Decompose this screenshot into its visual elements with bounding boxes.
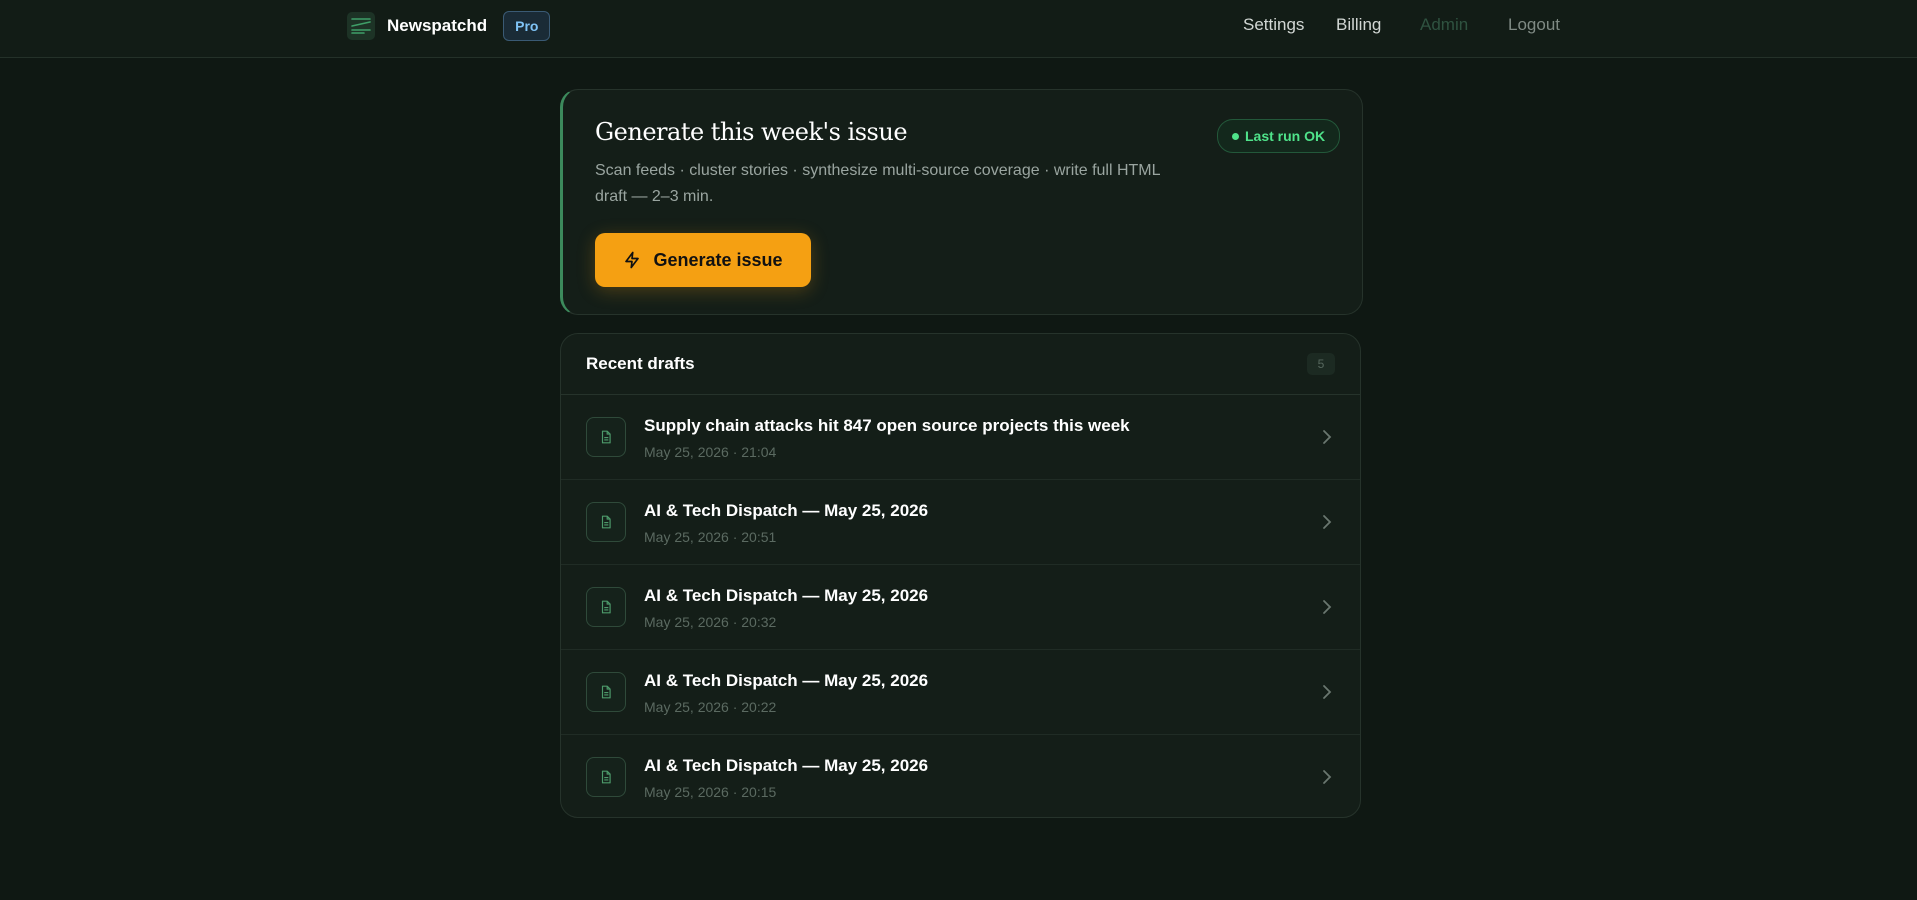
brand[interactable]: Newspatchd Pro xyxy=(347,11,551,41)
last-run-status-badge: Last run OK xyxy=(1217,119,1341,153)
draft-date: May 25, 2026 · 20:32 xyxy=(644,614,777,630)
draft-row[interactable]: AI & Tech Dispatch — May 25, 2026 May 25… xyxy=(561,565,1360,650)
recent-drafts-title: Recent drafts xyxy=(586,354,695,373)
document-icon xyxy=(586,502,626,542)
generate-issue-label: Generate issue xyxy=(653,249,783,270)
brand-name: Newspatchd xyxy=(387,16,488,35)
draft-title: AI & Tech Dispatch — May 25, 2026 xyxy=(644,501,929,520)
generate-issue-card: Generate this week's issue Scan feeds · … xyxy=(560,89,1363,315)
top-navigation-bar: Newspatchd Pro Settings Billing Admin Lo… xyxy=(0,0,1917,58)
draft-title: AI & Tech Dispatch — May 25, 2026 xyxy=(644,586,929,605)
generate-description: Scan feeds · cluster stories · synthesiz… xyxy=(595,162,1160,205)
draft-title: AI & Tech Dispatch — May 25, 2026 xyxy=(644,671,929,690)
document-icon xyxy=(586,417,626,457)
generate-issue-button[interactable]: Generate issue xyxy=(595,233,811,287)
chevron-right-icon xyxy=(1322,684,1332,700)
nav-logout[interactable]: Logout xyxy=(1508,0,1560,50)
draft-row[interactable]: AI & Tech Dispatch — May 25, 2026 May 25… xyxy=(561,480,1360,565)
draft-date: May 25, 2026 · 20:51 xyxy=(644,529,777,545)
newspaper-logo-icon xyxy=(347,12,375,40)
nav-billing[interactable]: Billing xyxy=(1336,0,1381,50)
nav-settings[interactable]: Settings xyxy=(1243,0,1304,50)
document-icon xyxy=(586,587,626,627)
draft-date: May 25, 2026 · 20:15 xyxy=(644,784,777,800)
chevron-right-icon xyxy=(1322,514,1332,530)
lightning-bolt-icon xyxy=(623,251,641,269)
recent-drafts-header: Recent drafts 5 xyxy=(561,334,1360,395)
draft-title: Supply chain attacks hit 847 open source… xyxy=(644,416,1130,435)
draft-date: May 25, 2026 · 20:22 xyxy=(644,699,777,715)
generate-title: Generate this week's issue xyxy=(595,118,908,146)
status-label: Last run OK xyxy=(1245,128,1326,144)
drafts-count-badge: 5 xyxy=(1307,353,1335,375)
document-icon xyxy=(586,757,626,797)
chevron-right-icon xyxy=(1322,599,1332,615)
chevron-right-icon xyxy=(1322,429,1332,445)
draft-title: AI & Tech Dispatch — May 25, 2026 xyxy=(644,756,929,775)
nav-admin[interactable]: Admin xyxy=(1420,0,1468,50)
chevron-right-icon xyxy=(1322,769,1332,785)
draft-row[interactable]: Supply chain attacks hit 847 open source… xyxy=(561,395,1360,480)
recent-drafts-card: Recent drafts 5 Supply chain attacks hit… xyxy=(560,333,1361,818)
draft-date: May 25, 2026 · 21:04 xyxy=(644,444,777,460)
draft-row[interactable]: AI & Tech Dispatch — May 25, 2026 May 25… xyxy=(561,735,1360,817)
draft-row[interactable]: AI & Tech Dispatch — May 25, 2026 May 25… xyxy=(561,650,1360,735)
document-icon xyxy=(586,672,626,712)
status-dot-icon xyxy=(1232,132,1239,140)
plan-badge: Pro xyxy=(503,11,551,41)
